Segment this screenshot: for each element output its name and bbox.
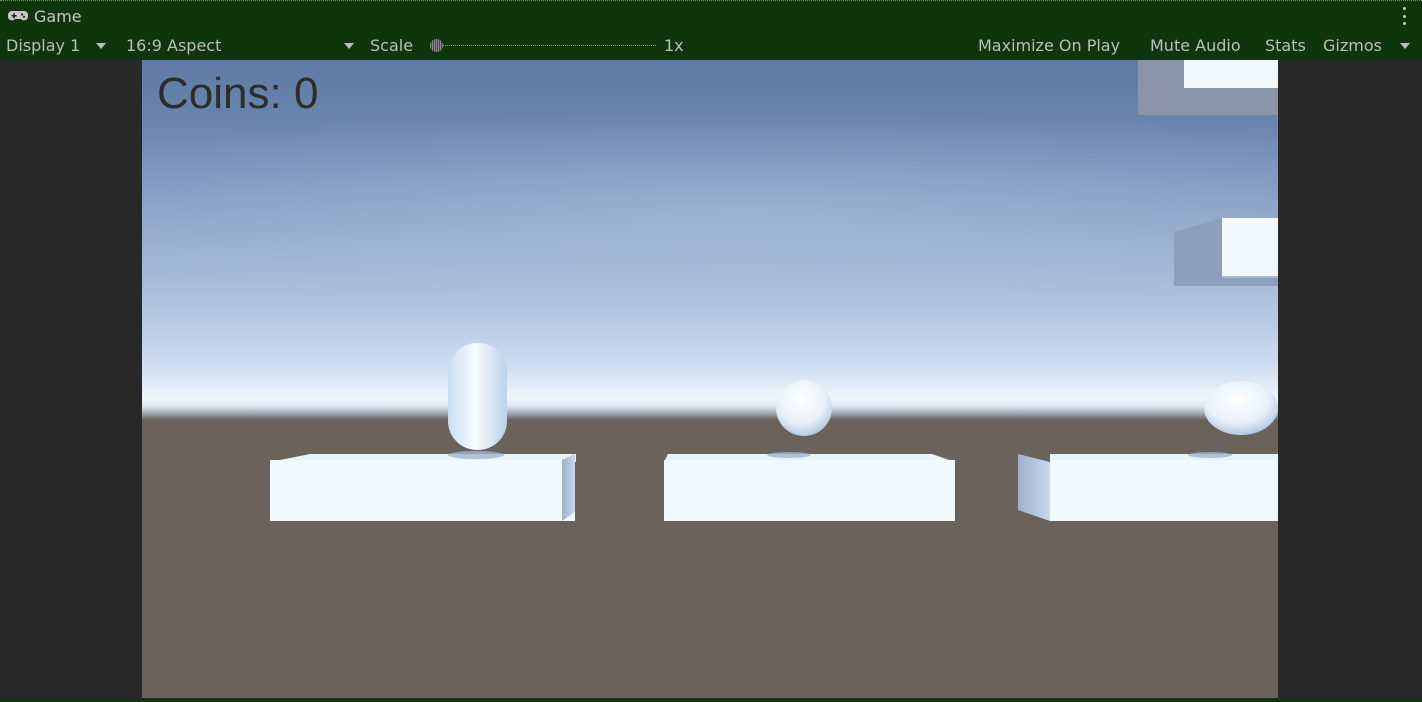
coins-counter: Coins: 0 — [157, 69, 319, 118]
slider-thumb[interactable] — [430, 39, 443, 52]
scale-value: 1x — [664, 36, 684, 55]
floating-platform-top — [1138, 60, 1278, 115]
tab-game[interactable]: Game — [0, 1, 82, 31]
sphere-collectible-2 — [1188, 381, 1278, 458]
scale-slider[interactable] — [430, 31, 656, 60]
scene-objects — [270, 60, 1278, 521]
scale-label: Scale — [370, 36, 414, 55]
slider-track — [438, 45, 656, 46]
platform-2 — [664, 454, 955, 521]
chevron-down-icon — [1400, 42, 1410, 49]
display-label: Display 1 — [6, 36, 81, 55]
gizmos-dropdown[interactable] — [1400, 31, 1410, 60]
more-options-icon[interactable] — [1400, 7, 1408, 25]
platform-1 — [270, 454, 576, 521]
game-viewport[interactable]: Coins: 0 — [142, 60, 1278, 698]
aspect-label: 16:9 Aspect — [126, 36, 222, 55]
gamepad-icon — [8, 11, 28, 21]
mute-audio-button[interactable]: Mute Audio — [1150, 31, 1241, 60]
tab-title: Game — [34, 6, 82, 26]
chevron-down-icon — [96, 42, 107, 49]
floating-platform-middle — [1174, 218, 1278, 286]
chevron-down-icon — [344, 43, 354, 49]
window-bottom-border — [0, 698, 1422, 702]
game-window: Game Display 1 16:9 Aspect Scale 1x Maxi… — [0, 0, 1422, 702]
capsule-player — [448, 343, 507, 459]
stats-button[interactable]: Stats — [1265, 31, 1306, 60]
aspect-dropdown[interactable]: 16:9 Aspect — [126, 31, 356, 60]
display-dropdown[interactable]: Display 1 — [6, 31, 107, 60]
platform-3 — [1018, 454, 1278, 521]
maximize-on-play-button[interactable]: Maximize On Play — [978, 31, 1120, 60]
game-toolbar: Display 1 16:9 Aspect Scale 1x Maximize … — [0, 31, 1422, 60]
tab-bar: Game — [0, 0, 1422, 31]
gizmos-button[interactable]: Gizmos — [1323, 31, 1382, 60]
sphere-collectible-1 — [767, 380, 832, 458]
